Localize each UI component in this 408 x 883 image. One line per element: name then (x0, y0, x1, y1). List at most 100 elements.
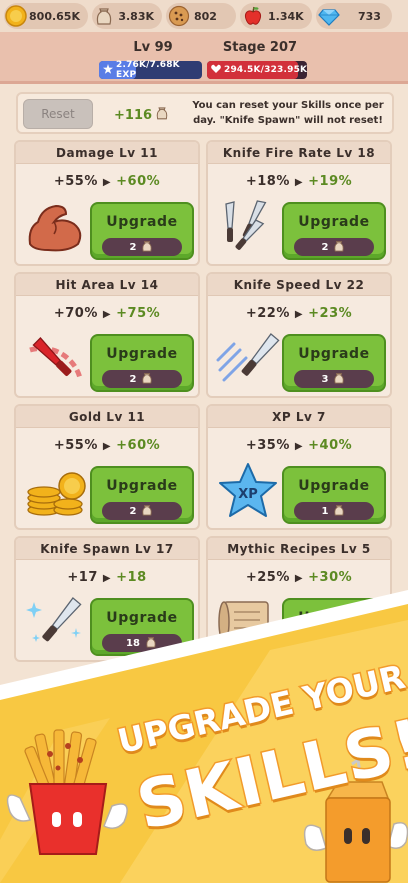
skill-bonus: +35% ▶ +40% (208, 438, 390, 453)
arrow-right-icon: ▶ (294, 177, 304, 188)
player-level: Lv 99 (133, 40, 173, 55)
gems-counter[interactable]: 733 (316, 3, 392, 29)
knife-arc-icon (24, 330, 88, 386)
coins-counter[interactable]: 800.65K (4, 3, 88, 29)
skill-title: Damage Lv 11 (16, 142, 198, 164)
upgrade-label: Upgrade (298, 214, 370, 230)
upgrade-label: Upgrade (106, 610, 178, 626)
skill-next-bonus: +60% (116, 174, 161, 189)
flour-sack-icon (144, 635, 158, 652)
upgrade-button[interactable]: Upgrade 2 (282, 202, 386, 260)
reset-refund-value: +116 (114, 107, 153, 123)
flour-counter[interactable]: 3.83K (92, 3, 162, 29)
upgrade-cost: 2 (102, 238, 182, 256)
flour-sack-icon (332, 371, 346, 388)
upgrade-button[interactable]: Upgrade 2 (90, 202, 194, 260)
hp-bar: 294.5K/323.95K (207, 61, 307, 79)
gems-value: 733 (358, 9, 381, 23)
skill-next-bonus: +75% (116, 306, 161, 321)
upgrade-button[interactable]: Upgrade 18 (90, 598, 194, 656)
skill-bonus: +25% ▶ +30% (208, 570, 390, 585)
skill-next-bonus: +40% (308, 438, 353, 453)
upgrade-button[interactable]: Upgrade 2 (90, 334, 194, 392)
upgrade-label: Upgrade (106, 346, 178, 362)
skill-title: Gold Lv 11 (16, 406, 198, 428)
skill-title: Hit Area Lv 14 (16, 274, 198, 296)
stage-label: Stage 207 (222, 40, 298, 55)
skill-title: XP Lv 7 (208, 406, 390, 428)
skill-next-bonus: +18 (116, 570, 147, 585)
upgrade-button[interactable]: Upgrade 1 (282, 466, 386, 524)
upgrade-cost-value: 2 (321, 241, 329, 253)
upgrade-label: Upgrade (298, 478, 370, 494)
arrow-right-icon: ▶ (294, 441, 304, 452)
flour-sack-icon (92, 3, 116, 29)
skill-card-mythic-recipes: Mythic Recipes Lv 5 +25% ▶ +30% Upgrade (206, 536, 392, 662)
upgrade-cost-value: 2 (129, 241, 137, 253)
heart-icon (211, 64, 221, 77)
skill-bonus: +22% ▶ +23% (208, 306, 390, 321)
triple-knives-icon (216, 198, 280, 254)
skill-current-bonus: +22% (245, 306, 290, 321)
flour-sack-icon (332, 503, 346, 520)
hp-text: 294.5K/323.95K (224, 65, 308, 75)
diamond-icon (316, 3, 342, 29)
star-icon (103, 63, 113, 77)
skill-current-bonus: +70% (53, 306, 98, 321)
recipe-scroll-icon (216, 594, 280, 650)
sparkle-knife-icon (24, 594, 88, 650)
exp-bar: 2.76K/7.68K EXP (99, 60, 202, 80)
reset-button[interactable]: Reset (23, 99, 93, 129)
upgrade-button[interactable]: Upgrade 3 (282, 334, 386, 392)
flour-value: 3.83K (118, 9, 154, 23)
skill-bonus: +55% ▶ +60% (16, 174, 198, 189)
upgrade-button[interactable]: Upgrade (282, 598, 386, 656)
level-header: Lv 99 Stage 207 2.76K/7.68K EXP 294.5K/3… (0, 32, 408, 84)
apples-counter[interactable]: 1.34K (240, 3, 312, 29)
skill-card-knife-spawn: Knife Spawn Lv 17 +17 ▶ +18 Upgrade 18 (14, 536, 200, 662)
skill-title: Knife Spawn Lv 17 (16, 538, 198, 560)
skill-current-bonus: +18% (245, 174, 290, 189)
coin-stack-icon (24, 462, 88, 518)
coins-value: 800.65K (29, 9, 80, 23)
upgrade-cost: 2 (102, 370, 182, 388)
skill-current-bonus: +25% (245, 570, 290, 585)
flour-sack-icon (140, 371, 154, 388)
upgrade-label: Upgrade (106, 478, 178, 494)
flexed-arm-icon (24, 198, 88, 254)
skill-current-bonus: +35% (245, 438, 290, 453)
skill-card-knife-fire-rate: Knife Fire Rate Lv 18 +18% ▶ +19% Upgrade 2 (206, 140, 392, 266)
apple-icon (240, 3, 266, 29)
skill-title: Knife Fire Rate Lv 18 (208, 142, 390, 164)
upgrade-label: Upgrade (298, 610, 370, 626)
cookies-counter[interactable]: 802 (166, 3, 236, 29)
resource-bar: 800.65K 3.83K 802 1.34K 733 (0, 0, 408, 32)
skill-card-xp: XP Lv 7 +35% ▶ +40% XP Upgrade 1 (206, 404, 392, 530)
upgrade-cost: 2 (294, 238, 374, 256)
upgrade-cost: 2 (102, 502, 182, 520)
skill-bonus: +17 ▶ +18 (16, 570, 198, 585)
upgrade-button[interactable]: Upgrade 2 (90, 466, 194, 524)
arrow-right-icon: ▶ (102, 177, 112, 188)
skill-next-bonus: +60% (116, 438, 161, 453)
exp-text: 2.76K/7.68K EXP (116, 60, 180, 80)
skill-card-knife-speed: Knife Speed Lv 22 +22% ▶ +23% Upgrade 3 (206, 272, 392, 398)
apples-value: 1.34K (268, 9, 304, 23)
upgrade-cost-value: 18 (126, 637, 140, 649)
upgrade-label: Upgrade (298, 346, 370, 362)
cookies-value: 802 (194, 9, 217, 23)
arrow-right-icon: ▶ (102, 309, 112, 320)
upgrade-cost-value: 1 (321, 505, 329, 517)
flour-sack-icon (332, 239, 346, 256)
flour-sack-icon (329, 635, 343, 652)
cookie-icon (166, 3, 192, 29)
upgrade-cost: 1 (294, 502, 374, 520)
skill-card-gold: Gold Lv 11 +55% ▶ +60% Upgrade 2 (14, 404, 200, 530)
skill-bonus: +55% ▶ +60% (16, 438, 198, 453)
skill-current-bonus: +17 (67, 570, 98, 585)
flour-sack-icon (140, 503, 154, 520)
fries-mascot-icon (6, 728, 130, 858)
xp-star-icon: XP (216, 462, 280, 518)
svg-text:XP: XP (238, 487, 258, 502)
upgrade-cost: 3 (294, 370, 374, 388)
